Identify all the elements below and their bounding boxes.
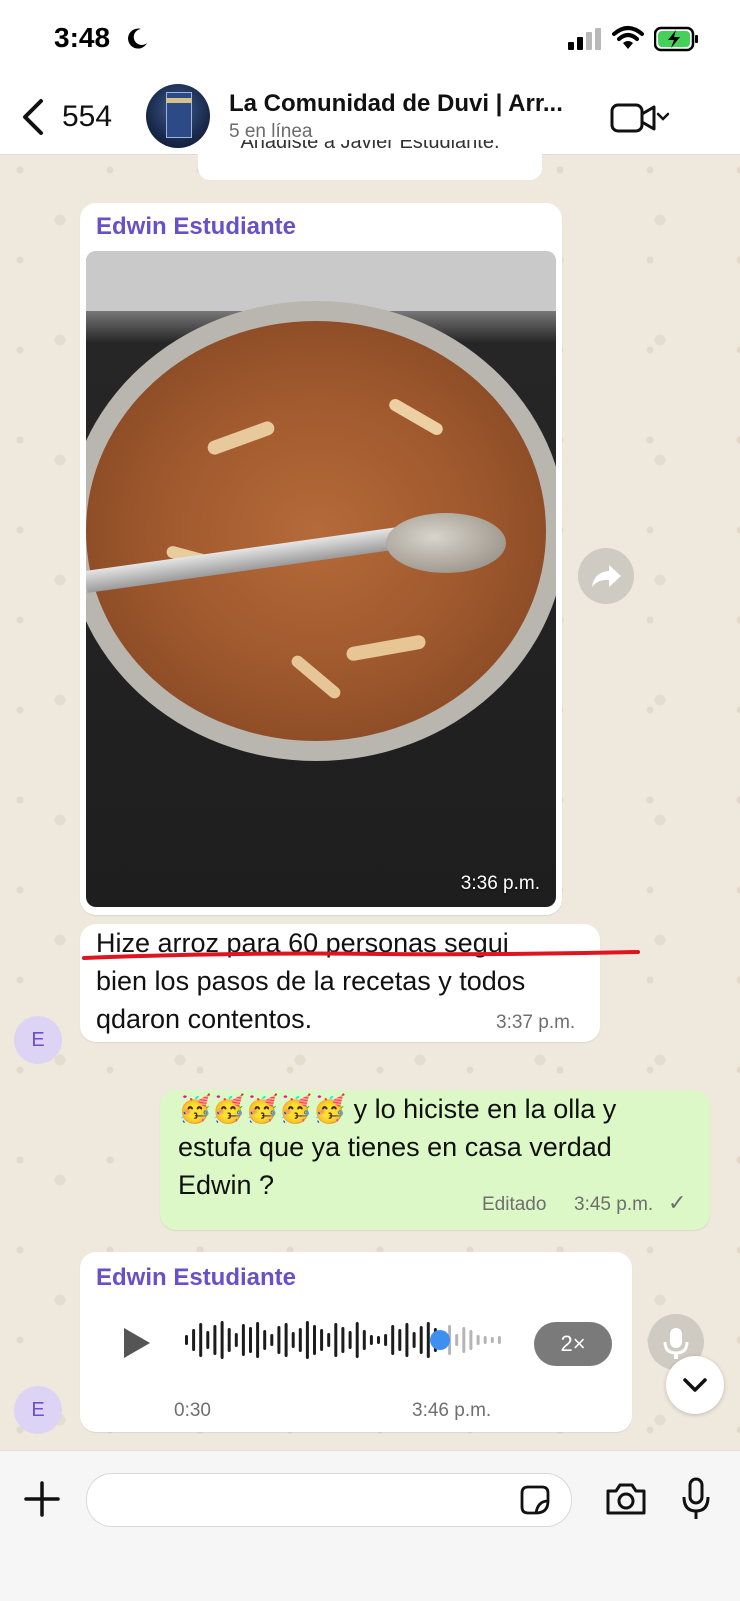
message-timestamp: 3:46 p.m. [412,1400,492,1421]
video-call-icon[interactable] [610,102,670,134]
system-notice: Añadiste a Javier Estudiante. [198,140,542,180]
message-composer [0,1450,740,1601]
message-line: qdaron contentos. [96,1004,313,1034]
waveform-bar [298,1328,302,1352]
unread-count[interactable]: 554 [62,100,112,134]
waveform-bar [497,1336,501,1344]
forward-icon [592,565,621,587]
waveform-bar [185,1335,188,1345]
waveform-bar [362,1330,366,1350]
waveform-bar [391,1325,395,1355]
waveform-thumb[interactable] [430,1330,450,1350]
playback-speed-button[interactable]: 2× [534,1322,612,1366]
red-underline-annotation [82,950,640,960]
voice-message-bubble[interactable]: Edwin Estudiante 2× 0:30 3:46 p.m. [80,1252,632,1432]
waveform-bar [334,1323,338,1357]
photo-spoon-bowl [386,513,506,573]
waveform-bar [263,1330,267,1350]
waveform-bar [369,1335,373,1345]
waveform-bar [355,1322,359,1358]
message-line: bien los pasos de la recetas y todos [96,966,526,996]
waveform-bar [412,1332,416,1348]
waveform-bar [213,1325,217,1355]
sent-check-icon: ✓ [668,1190,687,1215]
waveform-bar [277,1326,281,1354]
voice-waveform[interactable] [184,1318,504,1362]
battery-icon [654,26,698,52]
waveform-bar [270,1334,274,1346]
waveform-bar [462,1327,466,1353]
waveform-bar [234,1333,238,1347]
scroll-down-button[interactable] [666,1356,724,1414]
waveform-bar [327,1333,331,1347]
back-icon[interactable] [20,98,46,136]
sender-name[interactable]: Edwin Estudiante [96,1264,296,1292]
camera-icon[interactable] [604,1481,648,1517]
waveform-bar [384,1334,388,1346]
message-timestamp: 3:45 p.m. [574,1194,654,1215]
group-avatar[interactable] [146,84,210,148]
waveform-bar [419,1326,423,1354]
waveform-bar [291,1332,295,1348]
message-timestamp: 3:37 p.m. [496,1012,576,1033]
message-line: 🥳🥳🥳🥳🥳 y lo hiciste en la olla y [178,1094,617,1124]
chevron-down-icon [683,1378,707,1392]
status-bar: 3:48 [0,0,740,80]
waveform-bar [490,1337,494,1343]
sender-name[interactable]: Edwin Estudiante [96,213,296,241]
outgoing-message-bubble[interactable]: 🥳🥳🥳🥳🥳 y lo hiciste en la olla y estufa q… [160,1090,710,1230]
waveform-bar [192,1329,196,1351]
wifi-icon [612,26,644,49]
waveform-bar [241,1324,245,1356]
waveform-bar [249,1327,252,1353]
rice-pot-photo[interactable]: 3:36 p.m. [86,251,556,907]
chevron-down-icon [656,112,670,121]
mic-icon[interactable] [680,1477,712,1521]
status-time: 3:48 [54,22,111,53]
edited-label: Editado [482,1194,547,1215]
waveform-bar [405,1323,409,1357]
system-notice-text: Añadiste a Javier Estudiante. [240,140,500,153]
group-title[interactable]: La Comunidad de Duvi | Arr... [229,90,589,118]
waveform-bar [199,1323,203,1357]
moon-icon [128,28,147,49]
waveform-bar [313,1325,316,1355]
waveform-bar [320,1329,324,1351]
book-band [166,98,192,103]
play-icon[interactable] [122,1326,152,1360]
waveform-bar [305,1321,309,1359]
waveform-bar [426,1322,430,1358]
waveform-bar [377,1336,380,1344]
waveform-bar [220,1321,224,1359]
text-message-bubble[interactable]: Hize arroz para 60 personas segui bien l… [80,924,600,1042]
message-input[interactable] [86,1473,572,1527]
waveform-bar [348,1331,352,1349]
forward-button[interactable] [578,548,634,604]
signal-icon [568,28,601,50]
waveform-bar [476,1335,480,1345]
waveform-bar [398,1329,402,1351]
waveform-bar [206,1331,210,1349]
message-line: estufa que ya tienes en casa verdad [178,1132,612,1162]
waveform-bar [341,1327,345,1353]
avatar[interactable]: E [14,1386,62,1434]
voice-duration: 0:30 [174,1400,211,1421]
waveform-bar [256,1322,260,1358]
photo-message-bubble[interactable]: Edwin Estudiante 3:36 p.m. [80,203,562,915]
avatar[interactable]: E [14,1016,62,1064]
photo-timestamp: 3:36 p.m. [460,873,540,894]
sticker-icon[interactable] [518,1483,552,1517]
waveform-bar [483,1336,487,1344]
waveform-bar [227,1328,231,1352]
waveform-bar [284,1323,288,1357]
plus-icon[interactable] [22,1479,62,1519]
waveform-bar [455,1334,459,1346]
message-line: Edwin ? [178,1170,275,1200]
waveform-bar [469,1330,473,1350]
